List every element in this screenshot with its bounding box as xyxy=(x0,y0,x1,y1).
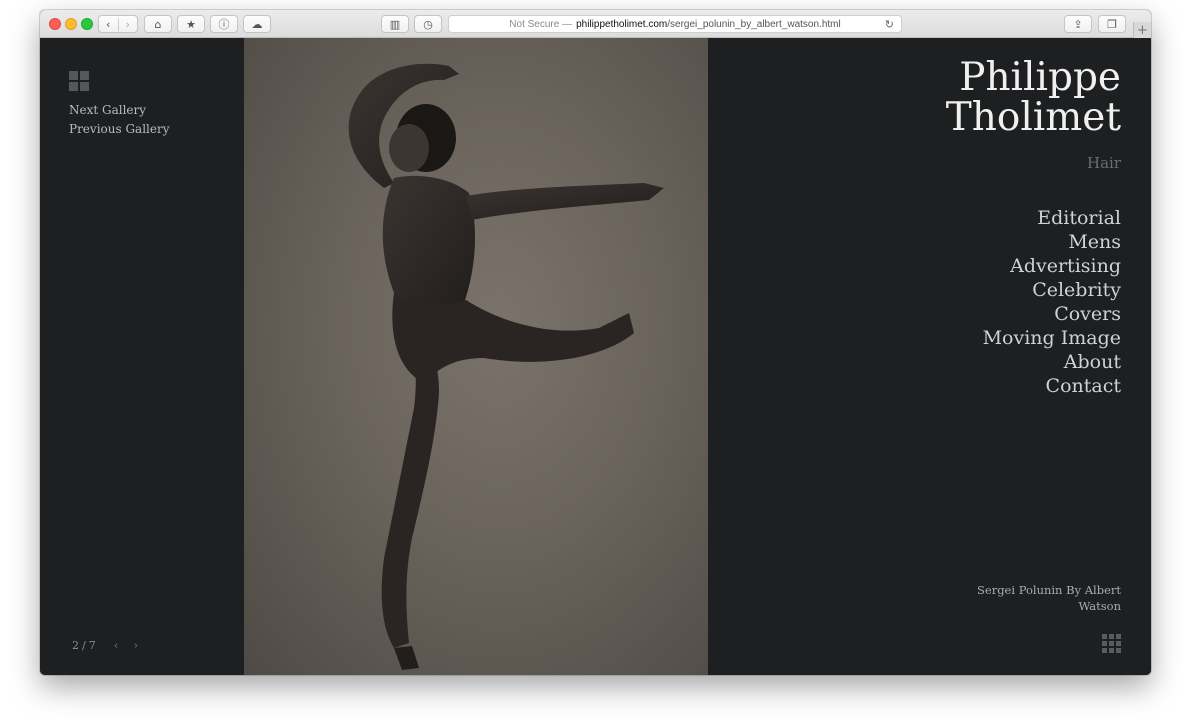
share-button[interactable]: ⇪ xyxy=(1064,15,1092,33)
home-icon: ⌂ xyxy=(154,17,162,31)
cloud-icon: ☁ xyxy=(251,17,263,31)
info-icon: ⓘ xyxy=(218,18,230,31)
zoom-window-button[interactable] xyxy=(81,18,93,30)
sidebar-icon: ▥ xyxy=(389,17,401,31)
site-logo[interactable]: Philippe Tholimet xyxy=(946,58,1121,138)
counter-separator: / xyxy=(82,639,86,652)
bookmark-icon: ★ xyxy=(186,17,196,31)
nav-advertising[interactable]: Advertising xyxy=(983,254,1121,278)
nav-about[interactable]: About xyxy=(983,350,1121,374)
history-icon: ◷ xyxy=(423,17,433,31)
nav-mens[interactable]: Mens xyxy=(983,230,1121,254)
right-panel: Philippe Tholimet Hair Editorial Mens Ad… xyxy=(708,38,1151,675)
info-button[interactable]: ⓘ xyxy=(210,15,238,33)
home-button[interactable]: ⌂ xyxy=(144,15,172,33)
next-gallery-link[interactable]: Next Gallery xyxy=(69,101,170,120)
nav-moving-image[interactable]: Moving Image xyxy=(983,326,1121,350)
gallery-links: Next Gallery Previous Gallery xyxy=(69,101,170,139)
tabs-icon: ❐ xyxy=(1107,17,1117,31)
minimize-window-button[interactable] xyxy=(65,18,77,30)
image-counter: 2 / 7 ‹ › xyxy=(72,639,144,652)
dancer-figure xyxy=(348,63,664,670)
nav-celebrity[interactable]: Celebrity xyxy=(983,278,1121,302)
history-button[interactable]: ◷ xyxy=(414,15,442,33)
tabs-overview-button[interactable]: ❐ xyxy=(1098,15,1126,33)
nav-editorial[interactable]: Editorial xyxy=(983,206,1121,230)
nav-contact[interactable]: Contact xyxy=(983,374,1121,398)
main-nav: Editorial Mens Advertising Celebrity Cov… xyxy=(983,206,1121,398)
back-icon[interactable]: ‹ xyxy=(99,18,118,31)
left-panel: Next Gallery Previous Gallery 2 / 7 ‹ › xyxy=(40,38,244,675)
page-content: Next Gallery Previous Gallery 2 / 7 ‹ › xyxy=(40,38,1151,675)
chevron-right-icon[interactable]: › xyxy=(134,639,144,652)
site-name-line2: Tholimet xyxy=(945,95,1121,140)
new-tab-button[interactable]: + xyxy=(1133,22,1151,38)
chevron-left-icon[interactable]: ‹ xyxy=(114,639,124,652)
back-forward-group: ‹ › xyxy=(98,15,138,33)
site-subtitle: Hair xyxy=(1087,154,1121,172)
address-bar[interactable]: Not Secure — philippetholimet.com /serge… xyxy=(448,15,902,33)
photo-caption: Sergei Polunin By Albert Watson xyxy=(977,583,1121,613)
url-host: philippetholimet.com xyxy=(576,18,668,30)
site-name-line1: Philippe xyxy=(959,55,1121,100)
gallery-grid-icon[interactable] xyxy=(69,71,89,91)
sidebar-button[interactable]: ▥ xyxy=(381,15,409,33)
bookmarks-button[interactable]: ★ xyxy=(177,15,205,33)
forward-icon[interactable]: › xyxy=(117,17,138,31)
plus-icon: + xyxy=(1137,22,1148,38)
browser-window: ‹ › ⌂ ★ ⓘ ☁ ▥ ◷ Not Secure — philippetho… xyxy=(40,10,1151,675)
counter-current: 2 xyxy=(72,639,79,652)
browser-toolbar: ‹ › ⌂ ★ ⓘ ☁ ▥ ◷ Not Secure — philippetho… xyxy=(40,10,1151,38)
close-window-button[interactable] xyxy=(49,18,61,30)
share-icon: ⇪ xyxy=(1073,17,1083,31)
thumbnails-grid-icon[interactable] xyxy=(1102,634,1121,653)
nav-covers[interactable]: Covers xyxy=(983,302,1121,326)
url-path: /sergei_polunin_by_albert_watson.html xyxy=(667,18,841,30)
icloud-button[interactable]: ☁ xyxy=(243,15,271,33)
gallery-photo[interactable] xyxy=(244,38,708,675)
counter-total: 7 xyxy=(88,639,96,652)
reload-icon[interactable]: ↻ xyxy=(885,18,894,31)
security-status: Not Secure — xyxy=(509,18,573,30)
previous-gallery-link[interactable]: Previous Gallery xyxy=(69,120,170,139)
